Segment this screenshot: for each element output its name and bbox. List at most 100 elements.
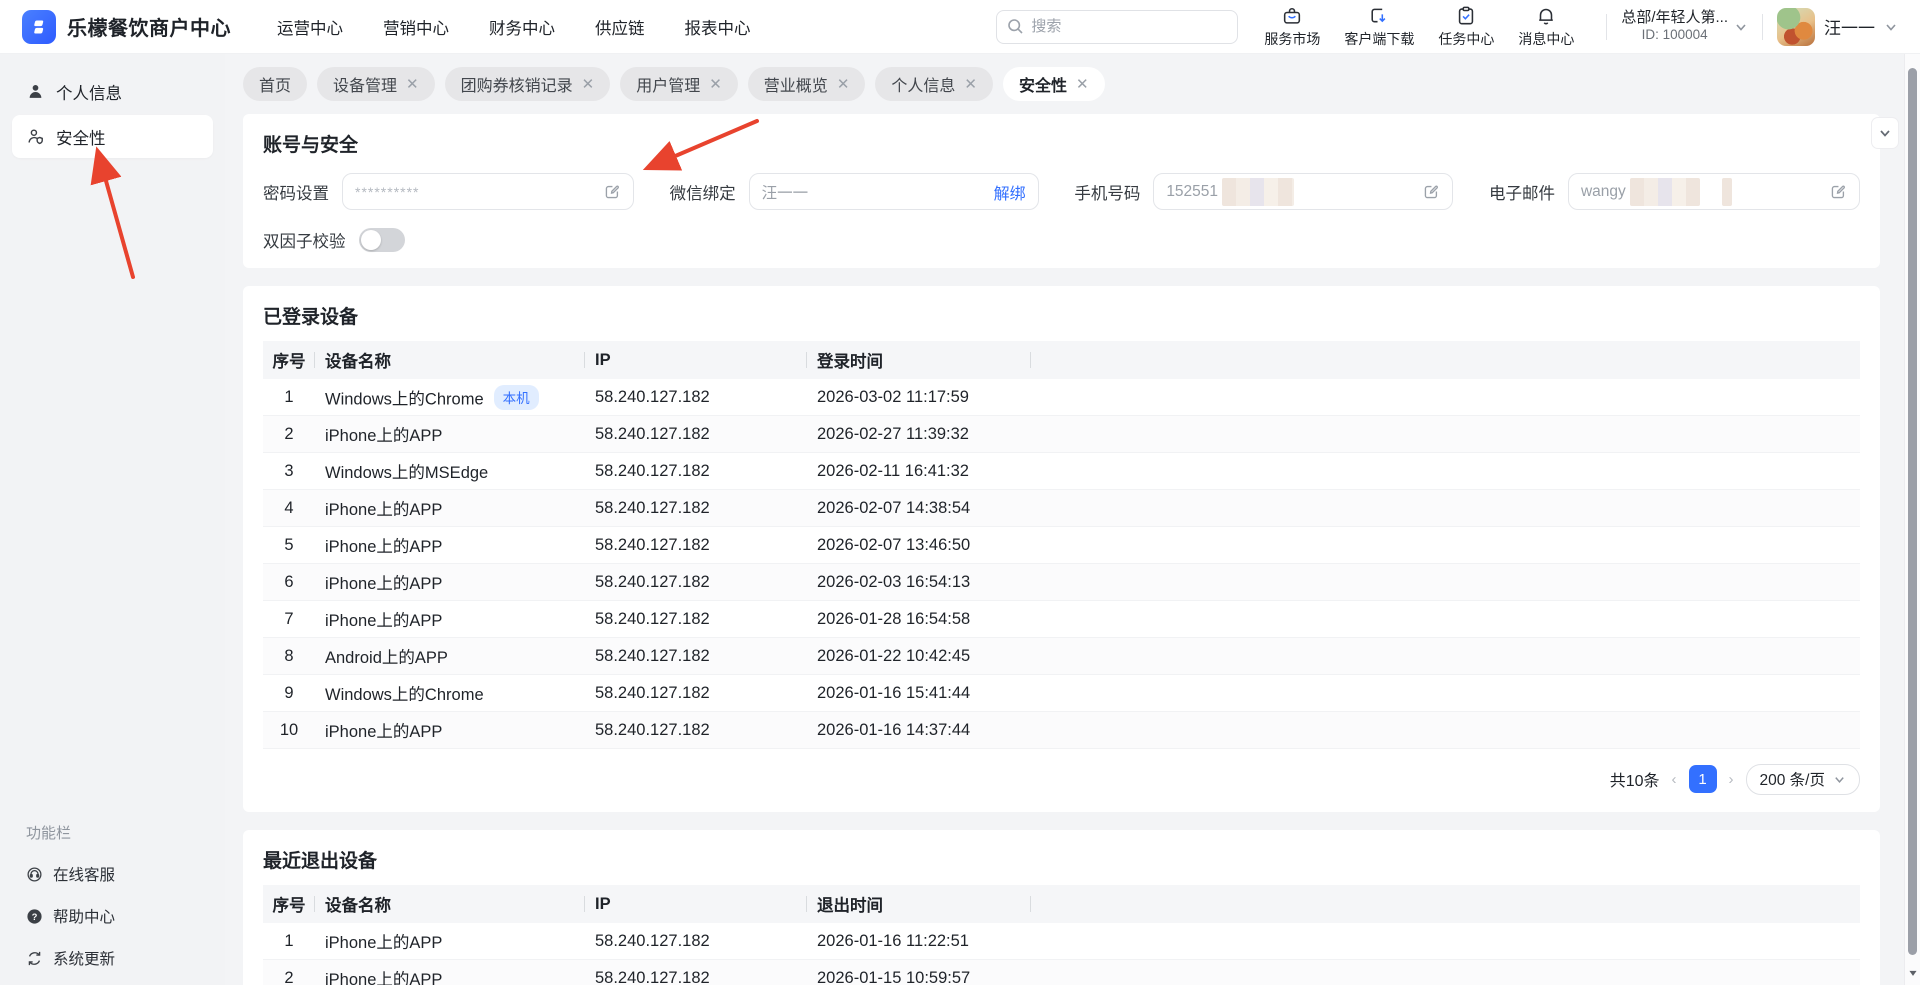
- edit-icon[interactable]: [603, 183, 621, 201]
- client-download-button[interactable]: 客户端下载: [1344, 5, 1414, 49]
- table-row[interactable]: 4 iPhone上的APP 58.240.127.182 2026-02-07 …: [263, 490, 1860, 527]
- col-header-login-time: 登录时间: [807, 348, 1031, 372]
- close-icon[interactable]: ✕: [709, 77, 722, 92]
- email-field[interactable]: wangy: [1567, 173, 1860, 210]
- tab-coupon-records[interactable]: 团购券核销记录 ✕: [444, 67, 611, 101]
- search-icon: [1007, 18, 1024, 35]
- vertical-scrollbar[interactable]: [1904, 54, 1920, 985]
- nav-finance-center[interactable]: 财务中心: [489, 15, 555, 39]
- pagination: 共10条 ‹ 1 › 200 条/页: [263, 762, 1860, 796]
- close-icon[interactable]: ✕: [837, 77, 850, 92]
- row-index: 8: [284, 646, 294, 665]
- row-index: 9: [284, 683, 294, 702]
- org-name: 总部/年轻人第...: [1621, 8, 1728, 26]
- edit-icon[interactable]: [1422, 183, 1440, 201]
- row-time: 2026-02-07 14:38:54: [817, 498, 971, 517]
- person-badge-icon: [26, 127, 45, 146]
- unbind-link[interactable]: 解绑: [994, 180, 1026, 204]
- sidebar-item-security[interactable]: 安全性: [12, 115, 213, 158]
- online-support-button[interactable]: 在线客服: [26, 863, 199, 885]
- tab-profile[interactable]: 个人信息 ✕: [875, 67, 993, 101]
- nav-operation-center[interactable]: 运营中心: [277, 15, 343, 39]
- row-device: iPhone上的APP: [325, 934, 443, 952]
- prev-page-icon[interactable]: ‹: [1672, 771, 1677, 788]
- phone-field[interactable]: 152551: [1153, 173, 1454, 210]
- row-ip: 58.240.127.182: [595, 461, 710, 480]
- row-time: 2026-01-16 11:22:51: [817, 931, 969, 950]
- account-security-card: 账号与安全 密码设置 ********** 微信绑定 汪一一 解绑 手机号码 1…: [243, 114, 1880, 268]
- help-center-label: 帮助中心: [53, 909, 116, 926]
- tab-label: 团购券核销记录: [460, 78, 573, 95]
- user-menu[interactable]: 汪一一: [1777, 7, 1898, 46]
- row-device: iPhone上的APP: [325, 501, 443, 519]
- tabs-overflow-button[interactable]: [1872, 118, 1898, 148]
- row-ip: 58.240.127.182: [595, 683, 710, 702]
- table-row[interactable]: 9 Windows上的Chrome 58.240.127.182 2026-01…: [263, 675, 1860, 712]
- help-center-button[interactable]: ? 帮助中心: [26, 905, 199, 927]
- tab-label: 个人信息: [891, 78, 956, 95]
- phone-value: 152551: [1166, 182, 1219, 200]
- quick-actions: 服务市场 客户端下载 任务中心 消息中心: [1264, 5, 1574, 49]
- scrollbar-thumb[interactable]: [1908, 68, 1917, 955]
- next-page-icon[interactable]: ›: [1729, 771, 1734, 788]
- close-icon[interactable]: ✕: [1076, 77, 1089, 92]
- tab-user-management[interactable]: 用户管理 ✕: [620, 67, 738, 101]
- task-center-label: 任务中心: [1438, 30, 1495, 47]
- page-size-select[interactable]: 200 条/页: [1745, 763, 1860, 795]
- table-row[interactable]: 3 Windows上的MSEdge 58.240.127.182 2026-02…: [263, 453, 1860, 490]
- row-time: 2026-02-03 16:54:13: [817, 572, 971, 591]
- page-number-button[interactable]: 1: [1688, 765, 1717, 793]
- nav-supply-chain[interactable]: 供应链: [595, 15, 645, 39]
- table-row[interactable]: 8 Android上的APP 58.240.127.182 2026-01-22…: [263, 638, 1860, 675]
- password-field[interactable]: **********: [342, 173, 634, 210]
- table-row[interactable]: 1 iPhone上的APP 58.240.127.182 2026-01-16 …: [263, 923, 1860, 960]
- system-update-button[interactable]: 系统更新: [26, 947, 199, 969]
- tab-device-management[interactable]: 设备管理 ✕: [317, 67, 435, 101]
- search-box[interactable]: [996, 9, 1239, 44]
- table-row[interactable]: 5 iPhone上的APP 58.240.127.182 2026-02-07 …: [263, 527, 1860, 564]
- wechat-value: 汪一一: [761, 184, 809, 202]
- client-download-label: 客户端下载: [1344, 30, 1415, 47]
- avatar: [1777, 7, 1815, 46]
- table-row[interactable]: 1 Windows上的Chrome 本机 58.240.127.182 2026-…: [263, 379, 1860, 416]
- logged-in-devices-table: 序号 设备名称 IP 登录时间 1 Windows上的Chrome 本机 58.2…: [263, 341, 1860, 749]
- service-market-button[interactable]: 服务市场: [1264, 5, 1320, 49]
- question-circle-icon: ?: [26, 908, 43, 925]
- org-switcher[interactable]: 总部/年轻人第... ID: 100004: [1621, 9, 1748, 45]
- divider: [1762, 13, 1763, 40]
- task-center-button[interactable]: 任务中心: [1438, 5, 1494, 49]
- message-center-button[interactable]: 消息中心: [1518, 5, 1574, 49]
- table-body: 1 iPhone上的APP 58.240.127.182 2026-01-16 …: [263, 923, 1860, 985]
- search-input[interactable]: [1031, 18, 1228, 35]
- clipboard-check-icon: [1455, 5, 1477, 27]
- row-ip: 58.240.127.182: [595, 424, 710, 443]
- row-device: Windows上的MSEdge: [325, 464, 489, 482]
- row-index: 4: [284, 498, 294, 517]
- scroll-down-button[interactable]: [1905, 965, 1920, 981]
- table-row[interactable]: 6 iPhone上的APP 58.240.127.182 2026-02-03 …: [263, 564, 1860, 601]
- tab-security[interactable]: 安全性 ✕: [1002, 67, 1105, 101]
- service-market-label: 服务市场: [1264, 30, 1321, 47]
- close-icon[interactable]: ✕: [406, 77, 419, 92]
- table-row[interactable]: 2 iPhone上的APP 58.240.127.182 2026-01-15 …: [263, 960, 1860, 985]
- redaction-mosaic: [1721, 177, 1732, 206]
- row-device: iPhone上的APP: [325, 612, 443, 630]
- close-icon[interactable]: ✕: [964, 77, 977, 92]
- row-device: iPhone上的APP: [325, 971, 443, 985]
- two-factor-toggle[interactable]: [358, 228, 405, 252]
- table-row[interactable]: 10 iPhone上的APP 58.240.127.182 2026-01-16…: [263, 712, 1860, 749]
- download-icon: [1368, 5, 1390, 27]
- wechat-field: 汪一一 解绑: [748, 173, 1039, 210]
- table-row[interactable]: 7 iPhone上的APP 58.240.127.182 2026-01-28 …: [263, 601, 1860, 638]
- sidebar-item-profile[interactable]: 个人信息: [12, 70, 213, 113]
- tab-home[interactable]: 首页: [243, 67, 308, 101]
- row-index: 10: [279, 720, 299, 739]
- topbar: 乐檬餐饮商户中心 运营中心 营销中心 财务中心 供应链 报表中心 服务市场 客户…: [0, 0, 1920, 54]
- nav-marketing-center[interactable]: 营销中心: [383, 15, 449, 39]
- table-row[interactable]: 2 iPhone上的APP 58.240.127.182 2026-02-27 …: [263, 416, 1860, 453]
- edit-icon[interactable]: [1829, 183, 1847, 201]
- tab-label: 营业概览: [763, 78, 828, 95]
- tab-business-overview[interactable]: 营业概览 ✕: [747, 67, 866, 101]
- nav-report-center[interactable]: 报表中心: [685, 15, 751, 39]
- close-icon[interactable]: ✕: [582, 77, 595, 92]
